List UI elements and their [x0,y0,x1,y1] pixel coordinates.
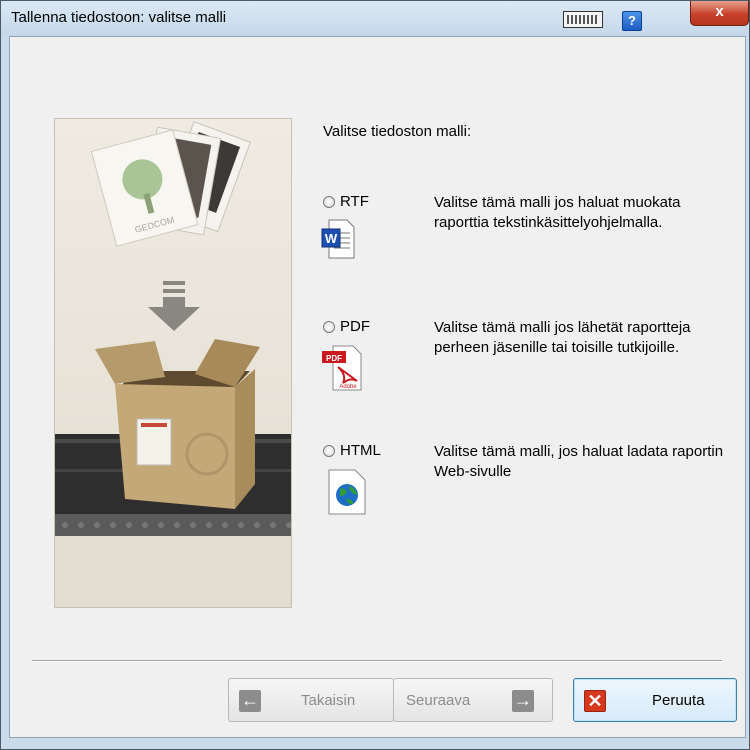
close-button[interactable]: x [690,1,749,26]
dialog-body: GEDCOM Valitse tiedoston malli: RTF Vali… [9,36,746,738]
keyboard-icon[interactable] [563,11,603,28]
pdf-icon-badge: PDF [326,354,342,363]
format-prompt: Valitse tiedoston malli: [323,123,472,140]
title-bar[interactable]: Tallenna tiedostoon: valitse malli ? x [1,1,749,36]
footer-separator [32,660,722,662]
word-icon-letter: W [325,231,338,246]
dialog-window: Tallenna tiedostoon: valitse malli ? x G… [0,0,750,750]
web-page-icon [328,469,366,515]
option-label-html[interactable]: HTML [340,442,381,459]
word-document-icon: W [321,219,355,259]
arrow-left-icon: ← [239,690,261,712]
radio-html[interactable] [323,445,335,457]
next-button-label: Seuraava [406,692,471,709]
option-desc-rtf: Valitse tämä malli jos haluat muokata ra… [434,194,681,231]
cancel-button-label: Peruuta [652,692,705,709]
back-button[interactable]: ← Takaisin [228,678,394,722]
cancel-button[interactable]: ✕ Peruuta [573,678,737,722]
option-label-pdf[interactable]: PDF [340,318,370,335]
back-button-label: Takaisin [301,692,356,709]
cancel-x-icon: ✕ [584,690,606,712]
option-desc-html: Valitse tämä malli, jos haluat ladata ra… [434,443,724,480]
next-button[interactable]: Seuraava → [393,678,553,722]
export-illustration: GEDCOM [54,118,292,608]
arrow-right-icon: → [512,690,534,712]
pdf-document-icon: PDF Adobe [322,345,362,391]
radio-rtf[interactable] [323,196,335,208]
option-desc-pdf: Valitse tämä malli jos lähetät raporttej… [434,319,691,356]
help-button[interactable]: ? [622,11,642,31]
export-illustration-graphic: GEDCOM [55,119,291,607]
pdf-icon-brand: Adobe [339,384,357,390]
option-label-rtf[interactable]: RTF [340,193,369,210]
window-title: Tallenna tiedostoon: valitse malli [11,9,227,26]
radio-pdf[interactable] [323,321,335,333]
